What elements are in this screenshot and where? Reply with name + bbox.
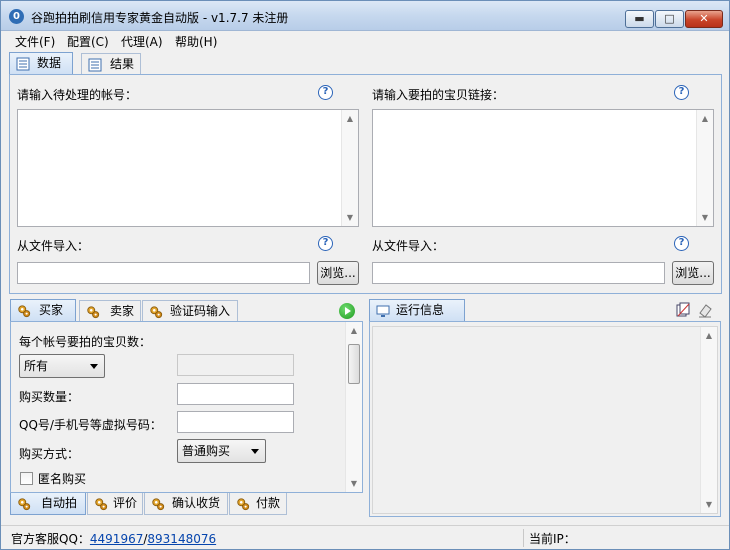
import-path-input-right[interactable] [372, 262, 665, 284]
gear-icon [152, 498, 165, 511]
links-help-icon[interactable]: ? [674, 85, 689, 100]
chevron-down-icon [251, 449, 259, 454]
tab-captcha[interactable]: 验证码输入 [142, 300, 238, 322]
tab-buyer[interactable]: 买家 [10, 299, 76, 321]
tab-confirm-receipt[interactable]: 确认收货 [144, 493, 228, 515]
items-select-value: 所有 [24, 359, 49, 373]
menu-bar: 文件(F) 配置(C) 代理(A) 帮助(H) [1, 31, 729, 51]
current-ip-label: 当前IP： [529, 532, 576, 546]
tab-seller[interactable]: 卖家 [79, 300, 141, 322]
quantity-input[interactable] [177, 383, 294, 405]
tab-auto-buy-label: 自动拍 [41, 496, 78, 510]
scroll-up-icon[interactable]: ▲ [701, 327, 717, 344]
tab-data-label: 数据 [37, 56, 62, 70]
document-icon [88, 58, 102, 72]
tab-auto-buy[interactable]: 自动拍 [10, 493, 86, 515]
import-help-icon-right[interactable]: ? [674, 236, 689, 251]
anonymous-checkbox[interactable] [20, 472, 33, 485]
log-output[interactable]: ▲ ▼ [372, 326, 718, 514]
start-play-icon[interactable] [339, 303, 355, 319]
gear-icon [18, 305, 31, 318]
data-panel: 请输入待处理的帐号： ? 请输入要拍的宝贝链接： ? ▲ ▼ ▲ ▼ 从文件导入… [9, 74, 722, 294]
items-count-input [177, 354, 294, 376]
anonymous-label: 匿名购买 [38, 472, 87, 486]
qq-link-1[interactable]: 4491967 [90, 532, 143, 546]
import-label-right: 从文件导入： [372, 239, 445, 253]
monitor-icon [376, 305, 390, 317]
tab-data[interactable]: 数据 [9, 52, 73, 74]
eraser-icon[interactable] [697, 302, 713, 318]
tab-buyer-label: 买家 [39, 303, 64, 317]
gear-icon [237, 498, 250, 511]
scroll-down-icon[interactable]: ▼ [346, 475, 362, 492]
maximize-button[interactable]: □ [655, 10, 684, 28]
gear-icon [87, 306, 100, 319]
import-label-left: 从文件导入： [17, 239, 90, 253]
scroll-thumb[interactable] [348, 344, 360, 384]
buy-method-value: 普通购买 [182, 444, 231, 458]
copy-icon[interactable] [675, 302, 691, 318]
buyer-panel-scrollbar[interactable]: ▲ ▼ [345, 322, 362, 492]
window-title: 谷跑拍拍刷信用专家黄金自动版 - v1.7.7 未注册 [31, 11, 289, 25]
accounts-help-icon[interactable]: ? [318, 85, 333, 100]
gear-icon [150, 306, 163, 319]
qq-input[interactable] [177, 411, 294, 433]
scroll-up-icon[interactable]: ▲ [697, 110, 713, 127]
chevron-down-icon [90, 364, 98, 369]
menu-config[interactable]: 配置(C) [67, 33, 109, 50]
links-scrollbar[interactable]: ▲ ▼ [696, 110, 713, 226]
qq-label: QQ号/手机号等虚拟号码： [19, 418, 162, 432]
links-textarea[interactable]: ▲ ▼ [372, 109, 714, 227]
buyer-panel: 每个帐号要拍的宝贝数： 所有 购买数量： QQ号/手机号等虚拟号码： 购买方式：… [10, 321, 363, 493]
scroll-down-icon[interactable]: ▼ [342, 209, 358, 226]
gear-icon [18, 498, 31, 511]
buy-method-select[interactable]: 普通购买 [177, 439, 266, 463]
quantity-label: 购买数量： [19, 390, 80, 404]
links-label: 请输入要拍的宝贝链接： [372, 88, 505, 102]
scroll-down-icon[interactable]: ▼ [697, 209, 713, 226]
status-divider [523, 529, 524, 547]
tab-payment[interactable]: 付款 [229, 493, 287, 515]
menu-file[interactable]: 文件(F) [15, 33, 55, 50]
log-scrollbar[interactable]: ▲ ▼ [700, 327, 717, 513]
tab-captcha-label: 验证码输入 [170, 304, 231, 318]
import-path-input-left[interactable] [17, 262, 310, 284]
status-bar: 官方客服QQ：4491967/893148076 当前IP： [1, 525, 729, 549]
tab-review[interactable]: 评价 [87, 493, 143, 515]
buy-method-label: 购买方式： [19, 447, 80, 461]
log-panel-tab: 运行信息 [369, 299, 465, 321]
menu-proxy[interactable]: 代理(A) [121, 33, 163, 50]
title-bar[interactable]: 0 谷跑拍拍刷信用专家黄金自动版 - v1.7.7 未注册 ▬ □ ✕ [1, 1, 729, 31]
accounts-textarea[interactable]: ▲ ▼ [17, 109, 359, 227]
app-logo-icon: 0 [9, 9, 24, 24]
scroll-up-icon[interactable]: ▲ [346, 322, 362, 339]
log-panel: ▲ ▼ [369, 321, 721, 517]
tab-seller-label: 卖家 [110, 304, 135, 318]
menu-help[interactable]: 帮助(H) [175, 33, 217, 50]
qq-link-2[interactable]: 893148076 [147, 532, 216, 546]
browse-button-left[interactable]: 浏览... [317, 261, 359, 285]
accounts-scrollbar[interactable]: ▲ ▼ [341, 110, 358, 226]
gear-icon [95, 498, 108, 511]
minimize-button[interactable]: ▬ [625, 10, 654, 28]
close-button[interactable]: ✕ [685, 10, 723, 28]
tab-confirm-receipt-label: 确认收货 [172, 496, 221, 510]
tab-result[interactable]: 结果 [81, 53, 141, 75]
tab-payment-label: 付款 [256, 496, 281, 510]
support-prefix: 官方客服QQ： [11, 532, 90, 546]
items-per-account-label: 每个帐号要拍的宝贝数： [19, 335, 152, 349]
items-per-account-select[interactable]: 所有 [19, 354, 105, 378]
log-panel-title: 运行信息 [396, 303, 445, 317]
browse-button-right[interactable]: 浏览... [672, 261, 714, 285]
tab-review-label: 评价 [113, 496, 138, 510]
tab-result-label: 结果 [110, 57, 135, 71]
accounts-label: 请输入待处理的帐号： [17, 88, 138, 102]
scroll-up-icon[interactable]: ▲ [342, 110, 358, 127]
document-icon [16, 57, 30, 71]
scroll-down-icon[interactable]: ▼ [701, 496, 717, 513]
main-window: 0 谷跑拍拍刷信用专家黄金自动版 - v1.7.7 未注册 ▬ □ ✕ 文件(F… [0, 0, 730, 550]
import-help-icon-left[interactable]: ? [318, 236, 333, 251]
support-qq-status: 官方客服QQ：4491967/893148076 [11, 530, 216, 547]
